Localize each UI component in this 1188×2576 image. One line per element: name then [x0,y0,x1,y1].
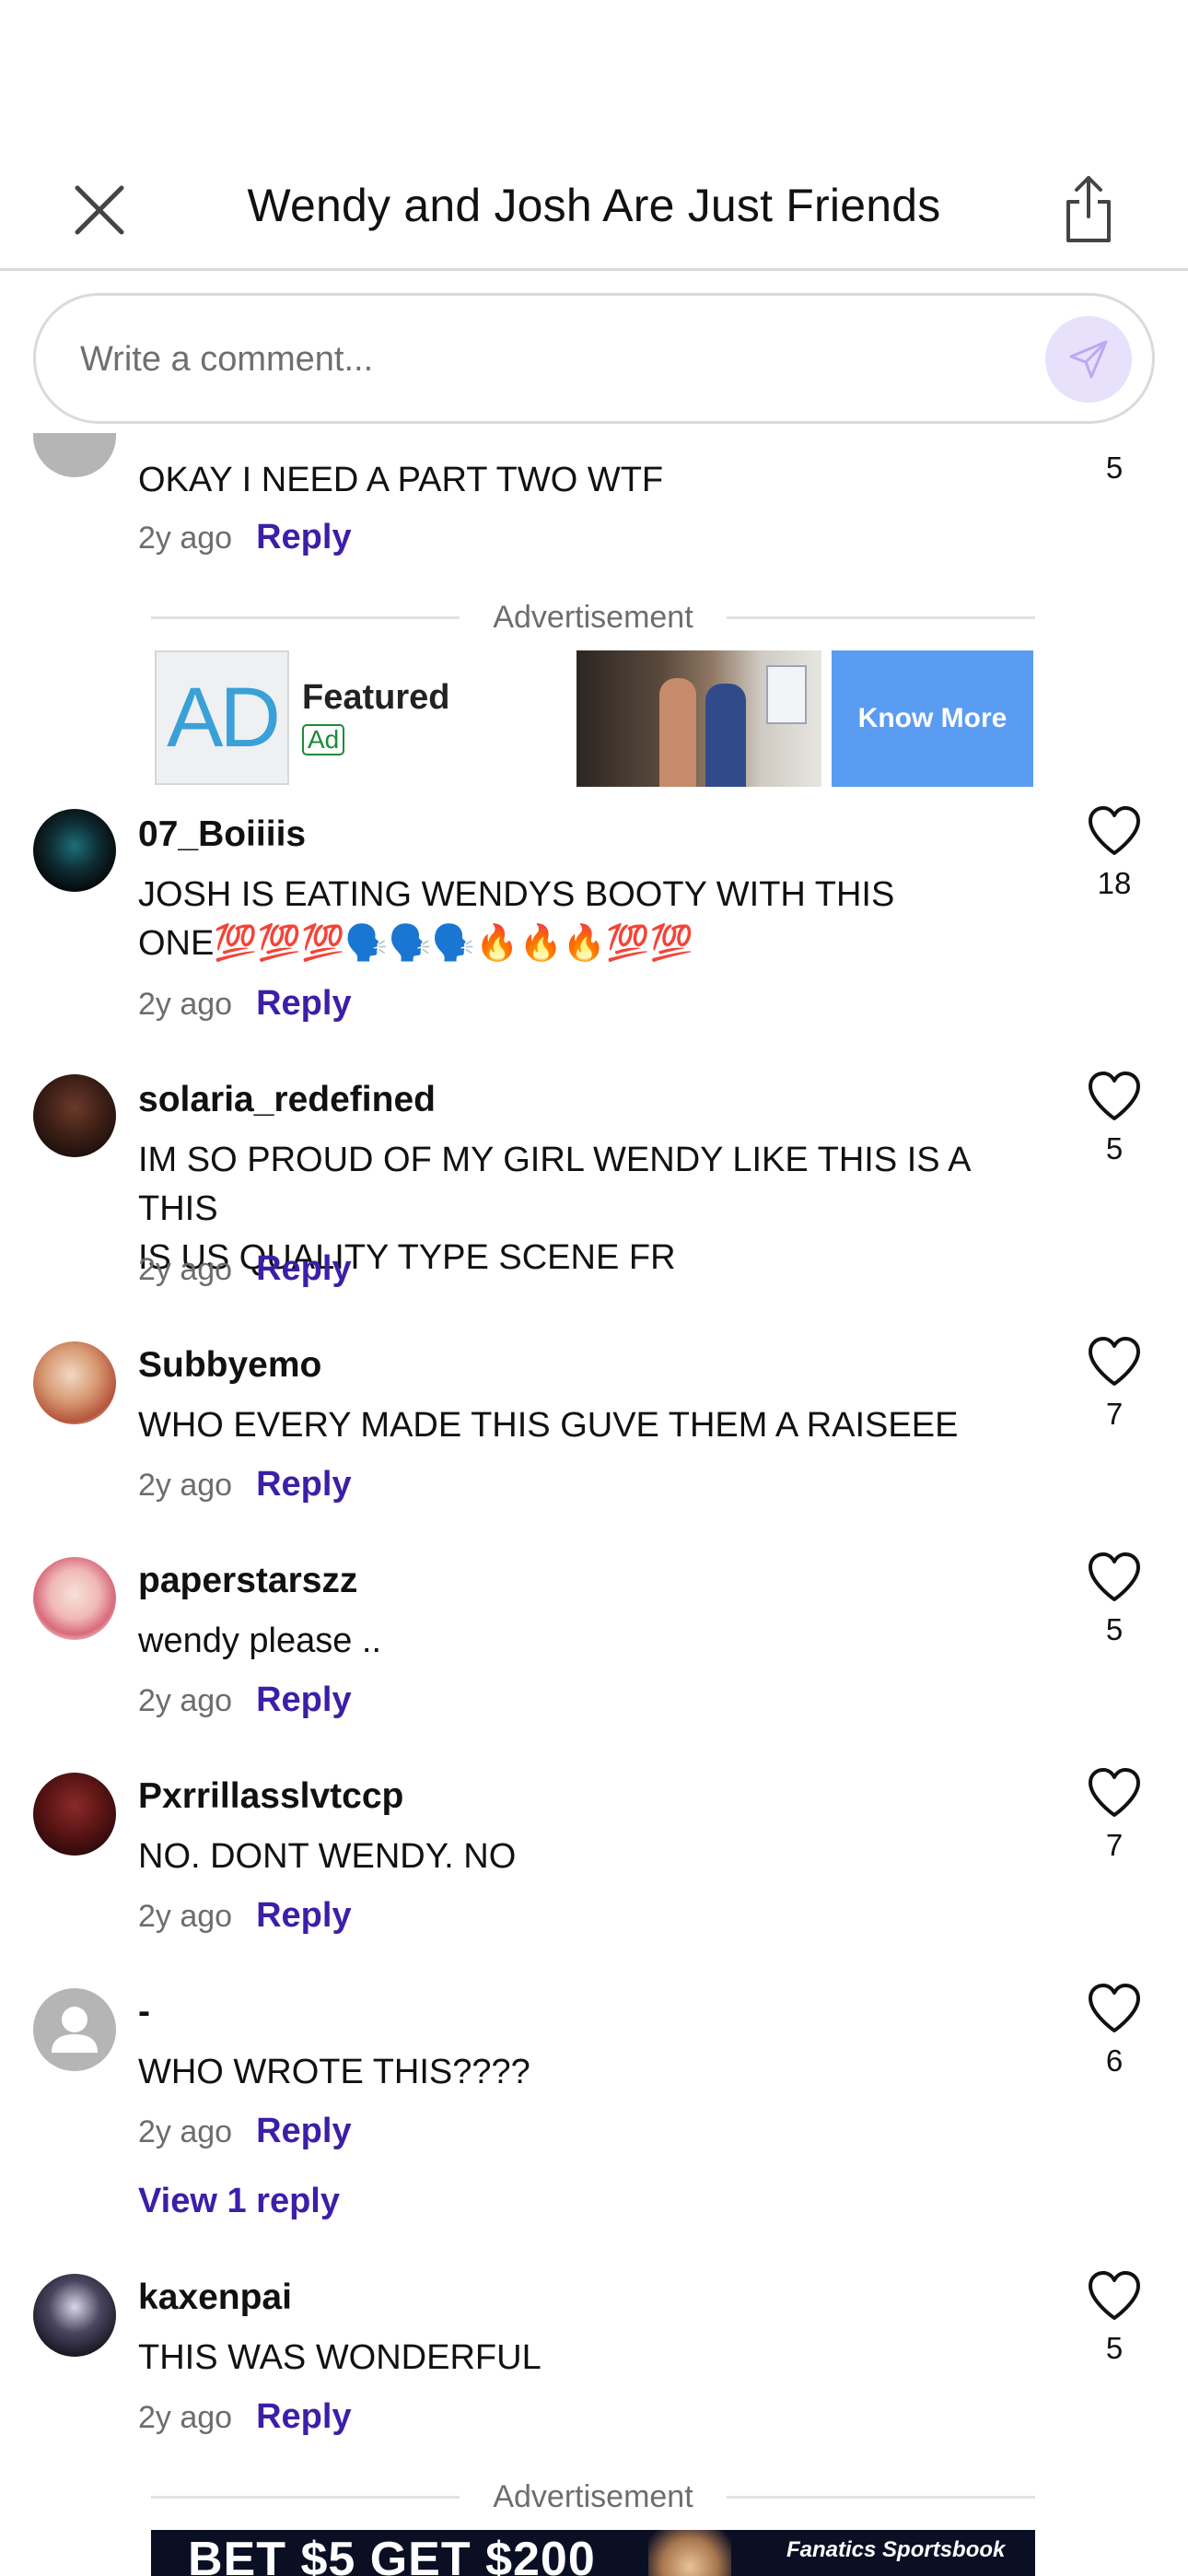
comment-meta: 2y ago Reply [138,2397,352,2437]
avatar[interactable] [33,1988,116,2071]
advertisement-label: Advertisement [151,599,1036,636]
sportsbook-ad-banner[interactable]: BET $5 GET $200 Fanatics Sportsbook [151,2530,1035,2576]
comment-text: WHO EVERY MADE THIS GUVE THEM A RAISEEE [138,1406,959,1445]
heart-icon[interactable] [1087,805,1142,857]
avatar[interactable] [33,809,116,892]
comment-meta: 2y ago Reply [138,1249,352,1289]
like-count: 18 [1097,866,1132,900]
like-count: 7 [1105,1828,1124,1862]
comment-text-line: JOSH IS EATING WENDYS BOOTY WITH THIS [138,875,895,914]
username[interactable]: kaxenpai [138,2277,292,2318]
comment-time: 2y ago [138,521,233,556]
comment-meta: 2y ago Reply [138,1680,352,1720]
reply-button[interactable]: Reply [256,2112,351,2150]
heart-icon[interactable] [1087,2270,1142,2322]
avatar[interactable] [33,1773,116,1856]
avatar[interactable] [33,1074,116,1157]
comment-text-line: IM SO PROUD OF MY GIRL WENDY LIKE THIS I… [138,1141,970,1228]
reply-button[interactable]: Reply [256,1465,351,1504]
avatar[interactable] [33,1557,116,1640]
comment-meta: 2y ago Reply [138,1896,352,1936]
reply-button[interactable]: Reply [256,1896,351,1935]
ad-cta-button[interactable]: Know More [832,650,1033,787]
send-button[interactable] [1045,316,1132,403]
ad-logo: AD [155,650,289,785]
advertisement-text: Advertisement [493,2478,693,2514]
heart-icon[interactable] [1087,1336,1142,1388]
comment-time: 2y ago [138,1899,233,1934]
username[interactable]: paperstarszz [138,1561,357,1601]
comment-text: OKAY I NEED A PART TWO WTF [138,461,664,499]
reply-button[interactable]: Reply [256,2397,351,2436]
avatar[interactable] [33,1341,116,1424]
share-icon [1066,176,1111,242]
heart-icon[interactable] [1087,1071,1142,1122]
comment-meta: 2y ago Reply [138,2112,352,2151]
default-avatar-icon [52,2007,98,2053]
comment-time: 2y ago [138,1468,233,1503]
ad-banner-photo [648,2530,731,2576]
like-count: 5 [1105,1612,1124,1646]
header-bar: Wendy and Josh Are Just Friends [0,0,1188,271]
username[interactable]: 07_Boiiiis [138,814,306,855]
comment-time: 2y ago [138,1252,233,1287]
ad-featured: Featured [302,678,450,717]
share-button[interactable] [1054,168,1124,251]
heart-icon[interactable] [1087,1983,1142,2034]
comment-text: THIS WAS WONDERFUL [138,2338,542,2377]
avatar[interactable] [33,2274,116,2357]
send-icon [1069,340,1108,379]
like-count: 5 [1105,2331,1124,2365]
advertisement-label: Advertisement [151,2478,1036,2515]
heart-icon[interactable] [1087,1551,1142,1603]
comment-text: JOSH IS EATING WENDYS BOOTY WITH THIS ON… [138,871,1013,968]
comment-text: wendy please .. [138,1622,382,1660]
page-title: Wendy and Josh Are Just Friends [247,180,941,231]
close-button[interactable] [64,175,134,245]
comment-time: 2y ago [138,2114,233,2149]
comment-meta: 2y ago Reply [138,1465,352,1505]
advertisement-text: Advertisement [493,599,693,635]
like-count: 6 [1105,2043,1124,2078]
comment-time: 2y ago [138,1683,233,1718]
like-count: 5 [1105,1131,1124,1165]
reply-button[interactable]: Reply [256,518,351,556]
reply-button[interactable]: Reply [256,1680,351,1719]
comment-time: 2y ago [138,2400,233,2435]
comment-input[interactable] [78,296,1003,423]
comment-composer [33,293,1155,424]
view-replies-button[interactable]: View 1 reply [138,2182,340,2221]
close-icon [75,185,124,235]
username[interactable]: solaria_redefined [138,1080,436,1120]
ad-banner[interactable]: AD Featured Ad Know More [155,650,1033,787]
comment-text: WHO WROTE THIS???? [138,2053,530,2091]
like-count: 7 [1105,1397,1124,1431]
reply-button[interactable]: Reply [256,984,351,1023]
ad-banner-text: BET $5 GET $200 [188,2533,596,2576]
like-count: 5 [1105,451,1124,485]
comment-meta: 2y ago Reply [138,984,352,1024]
ad-image [577,650,821,787]
reply-button[interactable]: Reply [256,1249,351,1288]
heart-icon[interactable] [1087,1767,1142,1819]
username[interactable]: - [138,1992,150,2032]
comment-text-line: ONE💯💯💯🗣️🗣️🗣️🔥🔥🔥💯💯 [138,924,693,963]
ad-brand: Fanatics Sportsbook [786,2537,1006,2562]
comment-time: 2y ago [138,987,233,1022]
comment-meta: 2y ago Reply [138,518,352,557]
comment-text: NO. DONT WENDY. NO [138,1837,517,1876]
username[interactable]: Subbyemo [138,1345,321,1386]
ad-badge: Ad [302,724,345,755]
username[interactable]: Pxrrillasslvtccp [138,1776,403,1817]
